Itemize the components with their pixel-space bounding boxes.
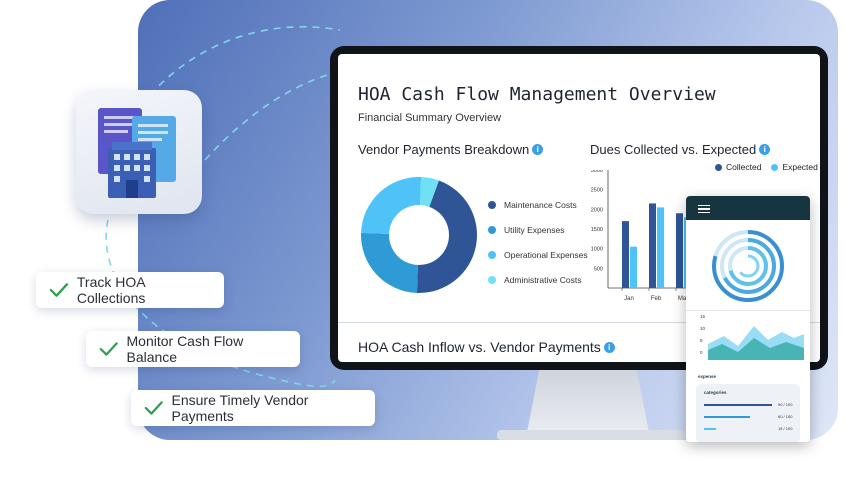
dashboard-title: HOA Cash Flow Management Overview xyxy=(358,84,716,105)
bar-collected[interactable] xyxy=(676,213,683,288)
category-bar xyxy=(704,428,716,430)
y-tick-label: 500 xyxy=(594,266,603,272)
y-tick-label: 1000 xyxy=(591,247,603,253)
legend-item: Utility Expenses xyxy=(488,217,588,242)
info-icon[interactable]: i xyxy=(532,144,544,155)
category-bar xyxy=(704,416,750,418)
check-icon xyxy=(144,401,163,415)
x-tick-label: Jan xyxy=(624,296,634,302)
phone-header xyxy=(686,196,810,220)
bar-expected[interactable] xyxy=(657,207,664,288)
y-tick-label: 3000 xyxy=(591,170,603,174)
phone-area-tick: 15 xyxy=(700,314,706,319)
phone-mockup: 15 10 5 0 expense categories 90 / 100 60… xyxy=(686,196,810,442)
dues-section-title: Dues Collected vs. Expected i xyxy=(590,142,771,157)
legend-item: Operational Expenses xyxy=(488,242,588,267)
legend-label: Operational Expenses xyxy=(504,249,588,260)
vendor-section-title: Vendor Payments Breakdown i xyxy=(358,142,544,157)
feature-track-collections: Track HOA Collections xyxy=(36,272,224,308)
phone-area-tick: 0 xyxy=(700,350,703,355)
bar-collected[interactable] xyxy=(649,203,656,288)
phone-divider xyxy=(686,310,810,311)
legend-swatch xyxy=(488,200,496,209)
vendor-chart-legend: Maintenance Costs Utility Expenses Operati… xyxy=(488,192,588,292)
building-documents-icon xyxy=(76,90,202,214)
legend-swatch xyxy=(488,225,496,234)
info-icon[interactable]: i xyxy=(603,341,615,353)
phone-expense-label: expense xyxy=(698,374,717,379)
y-tick-label: 2000 xyxy=(591,207,603,213)
donut-slice[interactable] xyxy=(361,232,418,293)
phone-area-tick: 5 xyxy=(700,338,703,343)
feature-label: Monitor Cash Flow Balance xyxy=(126,333,244,365)
check-icon xyxy=(49,283,69,297)
donut-slice[interactable] xyxy=(361,177,422,234)
y-tick-label: 2500 xyxy=(591,188,603,194)
legend-swatch xyxy=(488,250,496,259)
legend-label: Maintenance Costs xyxy=(504,199,577,210)
legend-item: Administrative Costs xyxy=(488,267,588,292)
bar-expected[interactable] xyxy=(630,246,637,288)
feature-timely-payments: Ensure Timely Vendor Payments xyxy=(131,390,375,426)
monitor-stand xyxy=(527,370,649,432)
legend-label: Administrative Costs xyxy=(504,274,582,285)
legend-label: Utility Expenses xyxy=(504,224,565,235)
inflow-section-label: HOA Cash Inflow vs. Vendor Payments xyxy=(358,339,601,355)
feature-monitor-balance: Monitor Cash Flow Balance xyxy=(86,331,300,367)
x-tick-label: Feb xyxy=(651,296,662,302)
legend-item: Maintenance Costs xyxy=(488,192,588,217)
phone-area-tick: 10 xyxy=(700,326,706,331)
phone-radial-chart xyxy=(712,230,784,302)
phone-categories-label: categories xyxy=(704,390,727,395)
y-tick-label: 1500 xyxy=(591,227,603,233)
info-icon[interactable]: i xyxy=(759,144,771,155)
feature-label: Track HOA Collections xyxy=(76,274,146,306)
monitor-stand-base xyxy=(497,430,685,440)
category-bar xyxy=(704,404,772,406)
legend-swatch xyxy=(488,275,496,284)
vendor-donut-chart xyxy=(361,177,477,293)
dues-section-label: Dues Collected vs. Expected xyxy=(590,142,757,157)
phone-categories-card: categories 90 / 100 60 / 100 15 / 100 xyxy=(696,384,800,442)
phone-area-chart xyxy=(708,326,804,360)
bar-collected[interactable] xyxy=(622,221,629,288)
category-value: 60 / 100 xyxy=(778,414,793,419)
category-value: 90 / 100 xyxy=(778,402,793,407)
feature-label: Ensure Timely Vendor Payments xyxy=(171,392,309,424)
category-value: 15 / 100 xyxy=(778,426,793,431)
menu-icon[interactable] xyxy=(698,205,710,213)
inflow-section-title: HOA Cash Inflow vs. Vendor Payments i xyxy=(358,339,615,355)
check-icon xyxy=(99,342,118,356)
dashboard-subtitle: Financial Summary Overview xyxy=(358,112,502,124)
vendor-section-label: Vendor Payments Breakdown xyxy=(358,142,530,157)
